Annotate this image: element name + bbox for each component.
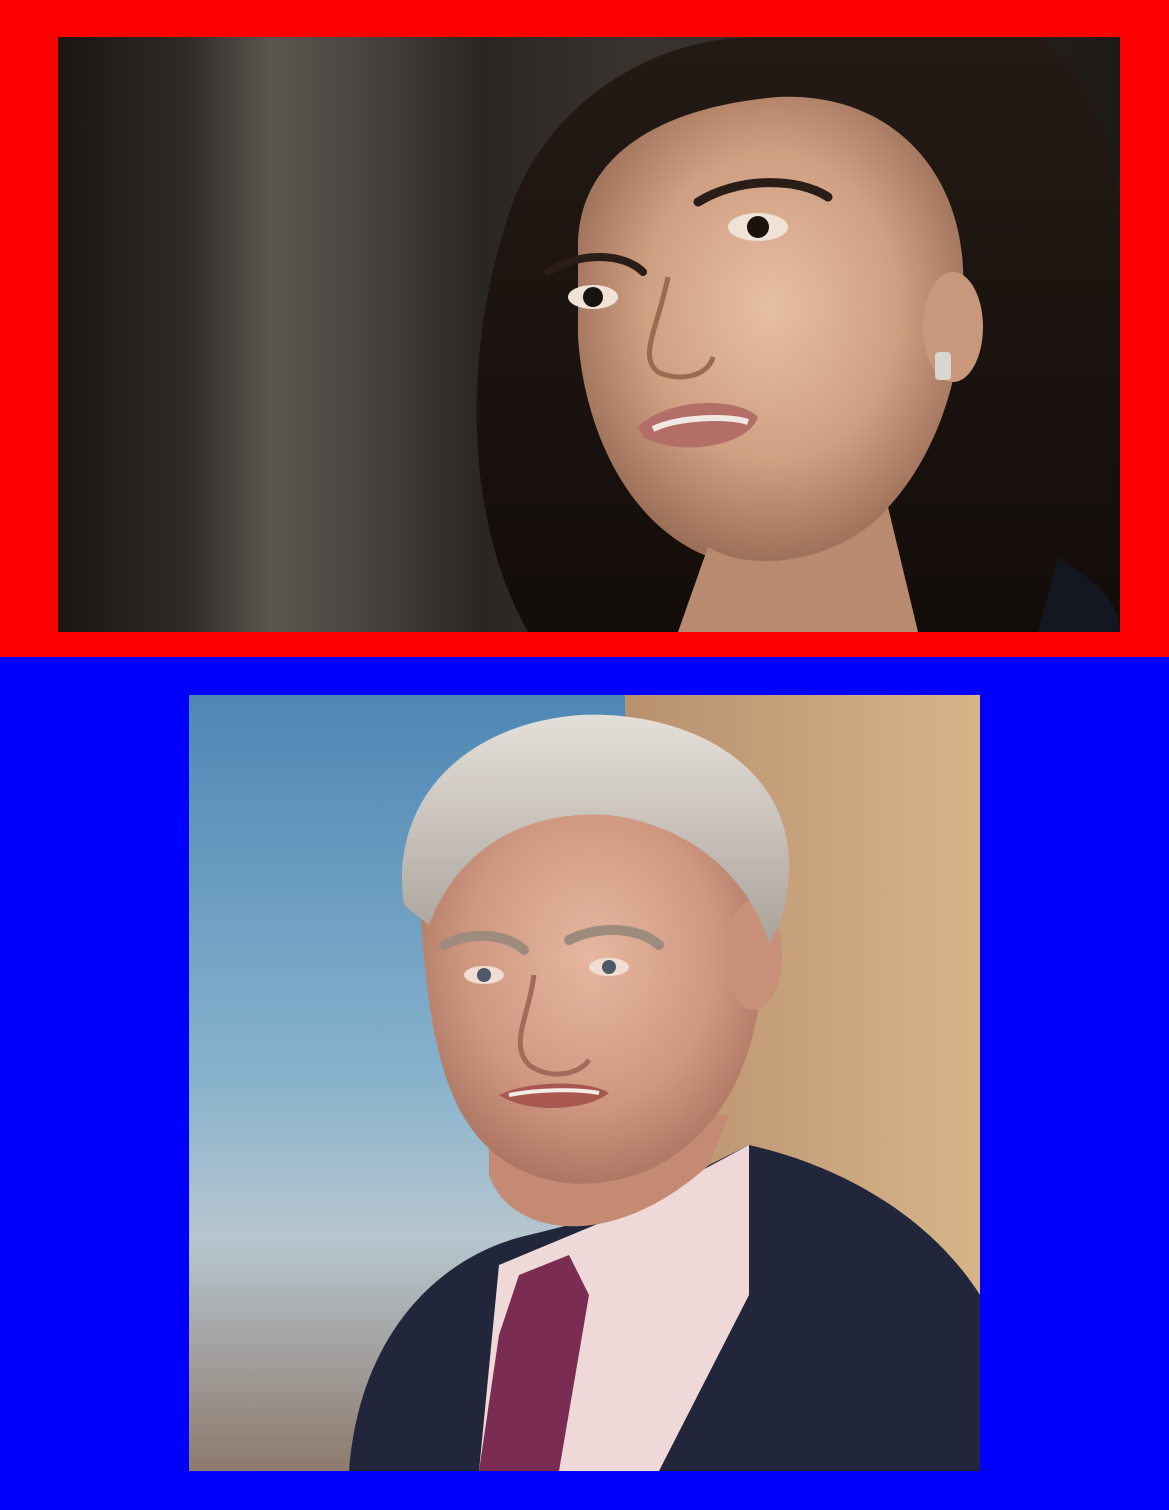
man-portrait-image	[189, 695, 980, 1471]
top-panel-red-frame	[0, 0, 1169, 657]
bottom-panel-blue-frame	[0, 657, 1169, 1510]
bottom-portrait-photo	[189, 695, 980, 1471]
top-portrait-photo	[58, 37, 1120, 632]
woman-portrait-image	[58, 37, 1120, 632]
